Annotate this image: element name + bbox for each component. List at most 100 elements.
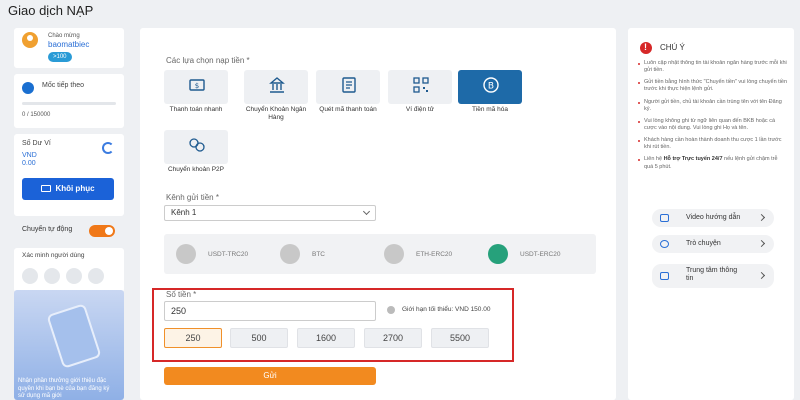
deposit-panel: Các lựa chọn nạp tiền * $ Thanh toán nha…: [140, 28, 616, 400]
alert-icon: [640, 42, 652, 54]
coin-label[interactable]: BTC: [312, 251, 325, 258]
amount-label: Số tiền *: [166, 290, 197, 299]
method-scan-pay[interactable]: [316, 70, 380, 104]
referral-banner[interactable]: Nhận phần thưởng giới thiệu đặc quyền kh…: [14, 290, 124, 400]
referral-text: Nhận phần thưởng giới thiệu đặc quyền kh…: [18, 378, 110, 399]
username[interactable]: baomatbiec: [48, 40, 89, 49]
note-item: Liên hệ Hỗ trợ Trực tuyến 24/7 nếu lệnh …: [638, 156, 788, 170]
email-verify-icon[interactable]: [44, 268, 60, 284]
notes-panel: CHÚ Ý Luôn cập nhật thông tin tài khoản …: [628, 28, 794, 400]
info-center-icon: [660, 272, 669, 280]
id-verify-icon[interactable]: [88, 268, 104, 284]
deposit-options-label: Các lựa chọn nạp tiền *: [166, 56, 250, 65]
greeting: Chào mừng: [48, 33, 80, 39]
phone-illustration-icon: [46, 303, 102, 369]
coin-label[interactable]: USDT-ERC20: [520, 251, 560, 258]
chevron-right-icon: [757, 239, 766, 248]
support-label: Trò chuyện: [686, 240, 721, 247]
note-prefix: Liên hệ: [644, 156, 664, 163]
quick-amount-button[interactable]: 500: [230, 328, 288, 348]
auto-transfer-row: Chuyển tự động: [14, 220, 124, 242]
balance-currency: VND: [22, 152, 37, 159]
channel-value: Kênh 1: [171, 208, 197, 217]
support-label: Video hướng dẫn: [686, 214, 741, 221]
chevron-right-icon: [757, 271, 766, 280]
method-label: Quét mã thanh toán: [319, 106, 377, 113]
crypto-icon: B: [483, 77, 499, 93]
submit-button[interactable]: Gửi: [164, 367, 376, 385]
chat-icon: [660, 240, 669, 248]
method-crypto[interactable]: B: [458, 70, 522, 104]
method-fast-pay[interactable]: $: [164, 70, 228, 104]
method-bank-transfer[interactable]: [244, 70, 308, 104]
phone-verify-icon[interactable]: [66, 268, 82, 284]
info-icon: [387, 306, 395, 314]
auto-transfer-label: Chuyển tự động: [22, 226, 73, 233]
min-limit-text: Giới hạn tối thiểu: VND 150.00: [402, 306, 491, 313]
restore-label: Khôi phục: [55, 184, 95, 193]
verify-label: Xác minh người dùng: [22, 252, 85, 259]
note-item: Vui lòng không ghi từ ngữ liên quan đến …: [638, 118, 788, 132]
channel-label: Kênh gửi tiền *: [166, 193, 219, 202]
btc-icon[interactable]: [280, 244, 300, 264]
channel-select[interactable]: Kênh 1: [164, 205, 376, 221]
avatar-icon[interactable]: [22, 32, 38, 48]
notes-list: Luôn cập nhật thông tin tài khoản ngân h…: [638, 60, 788, 176]
user-card: Chào mừng baomatbiec >100: [14, 28, 124, 68]
quick-amount-button[interactable]: 1600: [297, 328, 355, 348]
level-label: Mốc tiếp theo: [42, 82, 85, 89]
note-item: Khách hàng cần hoàn thành doanh thu cược…: [638, 137, 788, 151]
level-icon: [22, 82, 34, 94]
page-title: Giao dịch NẠP: [8, 3, 94, 18]
video-icon: [660, 214, 669, 222]
balance-value: 0.00: [22, 160, 36, 167]
restore-button[interactable]: Khôi phục: [22, 178, 114, 200]
refresh-icon[interactable]: [102, 142, 114, 154]
left-sidebar: Chào mừng baomatbiec >100 Mốc tiếp theo …: [14, 28, 124, 296]
video-guide-button[interactable]: Video hướng dẫn: [652, 209, 774, 227]
method-label: Chuyển Khoản Ngân Hàng: [245, 106, 307, 121]
method-e-wallet[interactable]: [388, 70, 452, 104]
bank-transfer-icon: [269, 77, 285, 93]
method-label: Ví điện tử: [405, 106, 435, 113]
verify-card: Xác minh người dùng: [14, 248, 124, 292]
usdt-erc20-icon[interactable]: [488, 244, 508, 264]
method-label: Chuyển khoản P2P: [167, 166, 224, 173]
notes-title: CHÚ Ý: [660, 43, 685, 52]
chat-button[interactable]: Trò chuyện: [652, 235, 774, 253]
svg-text:B: B: [488, 82, 494, 92]
coin-label[interactable]: USDT-TRC20: [208, 251, 248, 258]
chevron-right-icon: [757, 213, 766, 222]
balance-label: Số Dư Ví: [22, 140, 51, 147]
level-card: Mốc tiếp theo 0 / 150000: [14, 74, 124, 128]
user-verify-icon[interactable]: [22, 268, 38, 284]
amount-input[interactable]: 250: [164, 301, 376, 321]
note-item: Người gửi tiền, chủ tài khoản cần trùng …: [638, 99, 788, 113]
method-p2p[interactable]: [164, 130, 228, 164]
note-item: Luôn cập nhật thông tin tài khoản ngân h…: [638, 60, 788, 74]
eth-erc20-icon[interactable]: [384, 244, 404, 264]
note-item: Gửi tiền bằng hình thức "Chuyển tiền" vu…: [638, 79, 788, 93]
coin-label[interactable]: ETH-ERC20: [416, 251, 452, 258]
method-label: Thanh toán nhanh: [169, 106, 223, 113]
chevron-down-icon: [362, 207, 371, 216]
info-center-button[interactable]: Trung tâm thông tin: [652, 264, 774, 288]
level-progress-bar: [22, 102, 116, 105]
auto-transfer-toggle[interactable]: [89, 225, 115, 237]
amount-highlight-box: [152, 288, 514, 362]
coin-channels: USDT-TRC20 BTC ETH-ERC20 USDT-ERC20: [164, 234, 596, 274]
level-progress-text: 0 / 150000: [22, 112, 51, 118]
p2p-icon: [189, 138, 205, 152]
quick-amount-button[interactable]: 2700: [364, 328, 422, 348]
quick-amount-button[interactable]: 5500: [431, 328, 489, 348]
scan-pay-icon: [342, 77, 356, 93]
wallet-icon: [41, 185, 52, 192]
fast-pay-icon: $: [189, 79, 205, 91]
method-label: Tiền mã hóa: [472, 106, 508, 113]
support-label: Trung tâm thông tin: [686, 267, 738, 283]
qr-wallet-icon: [413, 77, 429, 93]
quick-amount-button[interactable]: 250: [164, 328, 222, 348]
usdt-trc20-icon[interactable]: [176, 244, 196, 264]
balance-card: Số Dư Ví VND 0.00 Khôi phục: [14, 134, 124, 216]
live-support-link[interactable]: Hỗ trợ Trực tuyến 24/7: [664, 156, 723, 162]
